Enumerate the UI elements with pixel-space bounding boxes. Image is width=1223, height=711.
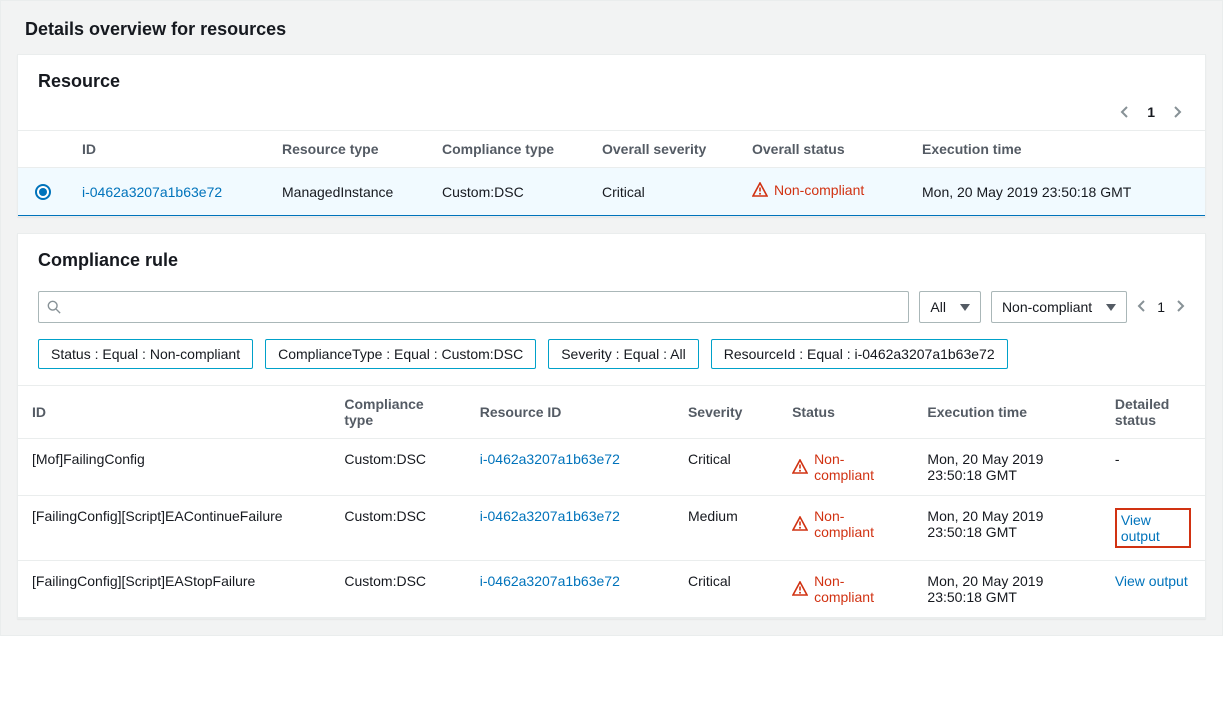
rule-severity: Critical (674, 439, 778, 496)
scope-select[interactable]: All (919, 291, 981, 323)
rule-severity: Critical (674, 561, 778, 618)
warning-icon (792, 581, 808, 597)
col-rule-compliance: Compliance type (330, 386, 465, 439)
col-rule-status: Status (778, 386, 913, 439)
rule-compliance: Custom:DSC (330, 439, 465, 496)
status-select[interactable]: Non-compliant (991, 291, 1127, 323)
rule-exec-time: Mon, 20 May 2019 23:50:18 GMT (913, 496, 1100, 561)
table-row: [FailingConfig][Script]EAStopFailureCust… (18, 561, 1205, 618)
resource-severity: Critical (588, 168, 738, 216)
search-icon (47, 300, 61, 314)
filter-chip[interactable]: Severity : Equal : All (548, 339, 699, 369)
warning-icon (792, 516, 808, 532)
search-input[interactable] (38, 291, 909, 323)
status-badge: Non-compliant (792, 573, 899, 605)
table-row: [Mof]FailingConfigCustom:DSC i-0462a3207a… (18, 439, 1205, 496)
status-badge: Non-compliant (792, 508, 899, 540)
rules-page-number: 1 (1157, 299, 1165, 315)
view-output-link[interactable]: View output (1115, 573, 1188, 589)
col-status: Overall status (738, 131, 908, 168)
status-badge: Non-compliant (752, 182, 864, 198)
filter-chip[interactable]: Status : Equal : Non-compliant (38, 339, 253, 369)
filter-chip[interactable]: ComplianceType : Equal : Custom:DSC (265, 339, 536, 369)
warning-icon (752, 182, 768, 198)
filter-chip[interactable]: ResourceId : Equal : i-0462a3207a1b63e72 (711, 339, 1008, 369)
col-id: ID (68, 131, 268, 168)
resource-page-number: 1 (1147, 104, 1155, 120)
chevron-left-icon[interactable] (1117, 104, 1133, 120)
compliance-rule-table: ID Compliance type Resource ID Severity … (18, 385, 1205, 618)
caret-down-icon (960, 299, 970, 315)
resource-exec-time: Mon, 20 May 2019 23:50:18 GMT (908, 168, 1205, 216)
chevron-left-icon[interactable] (1137, 299, 1147, 316)
col-rule-resource: Resource ID (466, 386, 674, 439)
radio-selected-icon[interactable] (35, 184, 51, 200)
col-exec: Execution time (908, 131, 1205, 168)
page-title: Details overview for resources (1, 1, 1222, 54)
warning-icon (792, 459, 808, 475)
compliance-rule-panel: Compliance rule All Non-compliant (17, 233, 1206, 619)
col-rule-detail: Detailed status (1101, 386, 1205, 439)
col-select (18, 131, 68, 168)
resource-panel: Resource 1 ID Resource type Compliance t… (17, 54, 1206, 217)
chevron-right-icon[interactable] (1175, 299, 1185, 316)
status-badge: Non-compliant (792, 451, 899, 483)
chevron-right-icon[interactable] (1169, 104, 1185, 120)
rule-detail: - (1101, 439, 1205, 496)
rule-compliance: Custom:DSC (330, 561, 465, 618)
col-rule-id: ID (18, 386, 330, 439)
highlight-annotation: View output (1115, 508, 1191, 548)
rule-id: [Mof]FailingConfig (18, 439, 330, 496)
col-rule-exec: Execution time (913, 386, 1100, 439)
rule-id: [FailingConfig][Script]EAStopFailure (18, 561, 330, 618)
col-rule-severity: Severity (674, 386, 778, 439)
resource-table: ID Resource type Compliance type Overall… (18, 130, 1205, 216)
resource-panel-title: Resource (18, 55, 1205, 104)
view-output-link[interactable]: View output (1121, 512, 1160, 544)
resource-compliance: Custom:DSC (428, 168, 588, 216)
col-compliance: Compliance type (428, 131, 588, 168)
rule-resource-link[interactable]: i-0462a3207a1b63e72 (480, 508, 620, 524)
resource-id-link[interactable]: i-0462a3207a1b63e72 (82, 184, 222, 200)
rule-exec-time: Mon, 20 May 2019 23:50:18 GMT (913, 561, 1100, 618)
resource-type: ManagedInstance (268, 168, 428, 216)
rule-id: [FailingConfig][Script]EAContinueFailure (18, 496, 330, 561)
col-severity: Overall severity (588, 131, 738, 168)
filter-row: All Non-compliant 1 (18, 283, 1205, 333)
table-row: [FailingConfig][Script]EAContinueFailure… (18, 496, 1205, 561)
rule-resource-link[interactable]: i-0462a3207a1b63e72 (480, 451, 620, 467)
compliance-rule-title: Compliance rule (18, 234, 1205, 283)
resource-row[interactable]: i-0462a3207a1b63e72 ManagedInstance Cust… (18, 168, 1205, 216)
caret-down-icon (1106, 299, 1116, 315)
resource-pager: 1 (18, 104, 1205, 130)
col-type: Resource type (268, 131, 428, 168)
rule-compliance: Custom:DSC (330, 496, 465, 561)
filter-chips: Status : Equal : Non-compliant Compliance… (18, 333, 1205, 385)
rule-resource-link[interactable]: i-0462a3207a1b63e72 (480, 573, 620, 589)
rule-exec-time: Mon, 20 May 2019 23:50:18 GMT (913, 439, 1100, 496)
rule-severity: Medium (674, 496, 778, 561)
